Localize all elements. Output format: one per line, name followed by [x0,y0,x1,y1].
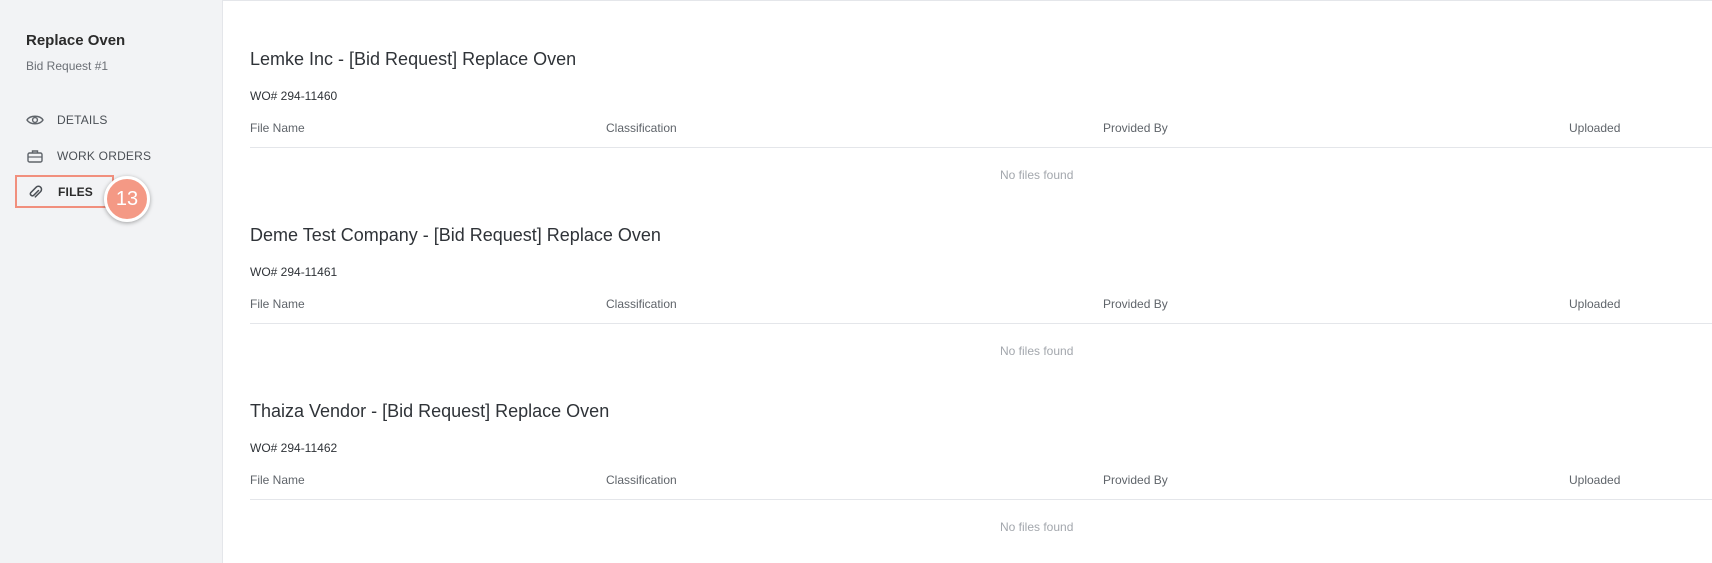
section-title: Deme Test Company - [Bid Request] Replac… [250,225,661,245]
work-order-number: WO# 294-11462 [250,441,338,455]
section-title: Thaiza Vendor - [Bid Request] Replace Ov… [250,401,610,421]
briefcase-icon [25,146,45,166]
column-header-uploaded[interactable]: Uploaded [1569,473,1620,487]
step-badge: 13 [104,176,150,222]
bid-request-subtitle: Bid Request #1 [26,59,109,73]
sidebar: Replace Oven Bid Request #1 DETAILS WORK… [0,0,223,563]
sidebar-item-files[interactable]: FILES [15,175,114,208]
empty-state-text: No files found [1000,344,1074,358]
column-header-provided-by[interactable]: Provided By [1103,473,1168,487]
column-header-file-name[interactable]: File Name [250,473,305,487]
bid-request-title: Replace Oven [26,32,126,49]
column-header-file-name[interactable]: File Name [250,121,305,135]
column-header-provided-by[interactable]: Provided By [1103,297,1168,311]
sidebar-item-details[interactable]: DETAILS [16,105,206,135]
column-header-classification[interactable]: Classification [606,297,677,311]
table-header-divider [250,323,1712,324]
column-header-provided-by[interactable]: Provided By [1103,121,1168,135]
sidebar-item-label: WORK ORDERS [57,149,152,163]
column-header-uploaded[interactable]: Uploaded [1569,297,1620,311]
work-order-number: WO# 294-11461 [250,265,338,279]
eye-icon [25,110,45,130]
empty-state-text: No files found [1000,520,1074,534]
empty-state-text: No files found [1000,168,1074,182]
work-order-number: WO# 294-11460 [250,89,338,103]
table-header-divider [250,147,1712,148]
column-header-classification[interactable]: Classification [606,473,677,487]
files-panel: Lemke Inc - [Bid Request] Replace Oven W… [250,0,1712,563]
sidebar-item-label: FILES [58,184,94,199]
sidebar-item-work-orders[interactable]: WORK ORDERS [16,141,206,171]
column-header-classification[interactable]: Classification [606,121,677,135]
column-header-uploaded[interactable]: Uploaded [1569,121,1620,135]
column-header-file-name[interactable]: File Name [250,297,305,311]
table-header-divider [250,499,1712,500]
paperclip-icon [26,182,46,202]
section-title: Lemke Inc - [Bid Request] Replace Oven [250,49,577,69]
sidebar-item-label: DETAILS [57,113,108,127]
